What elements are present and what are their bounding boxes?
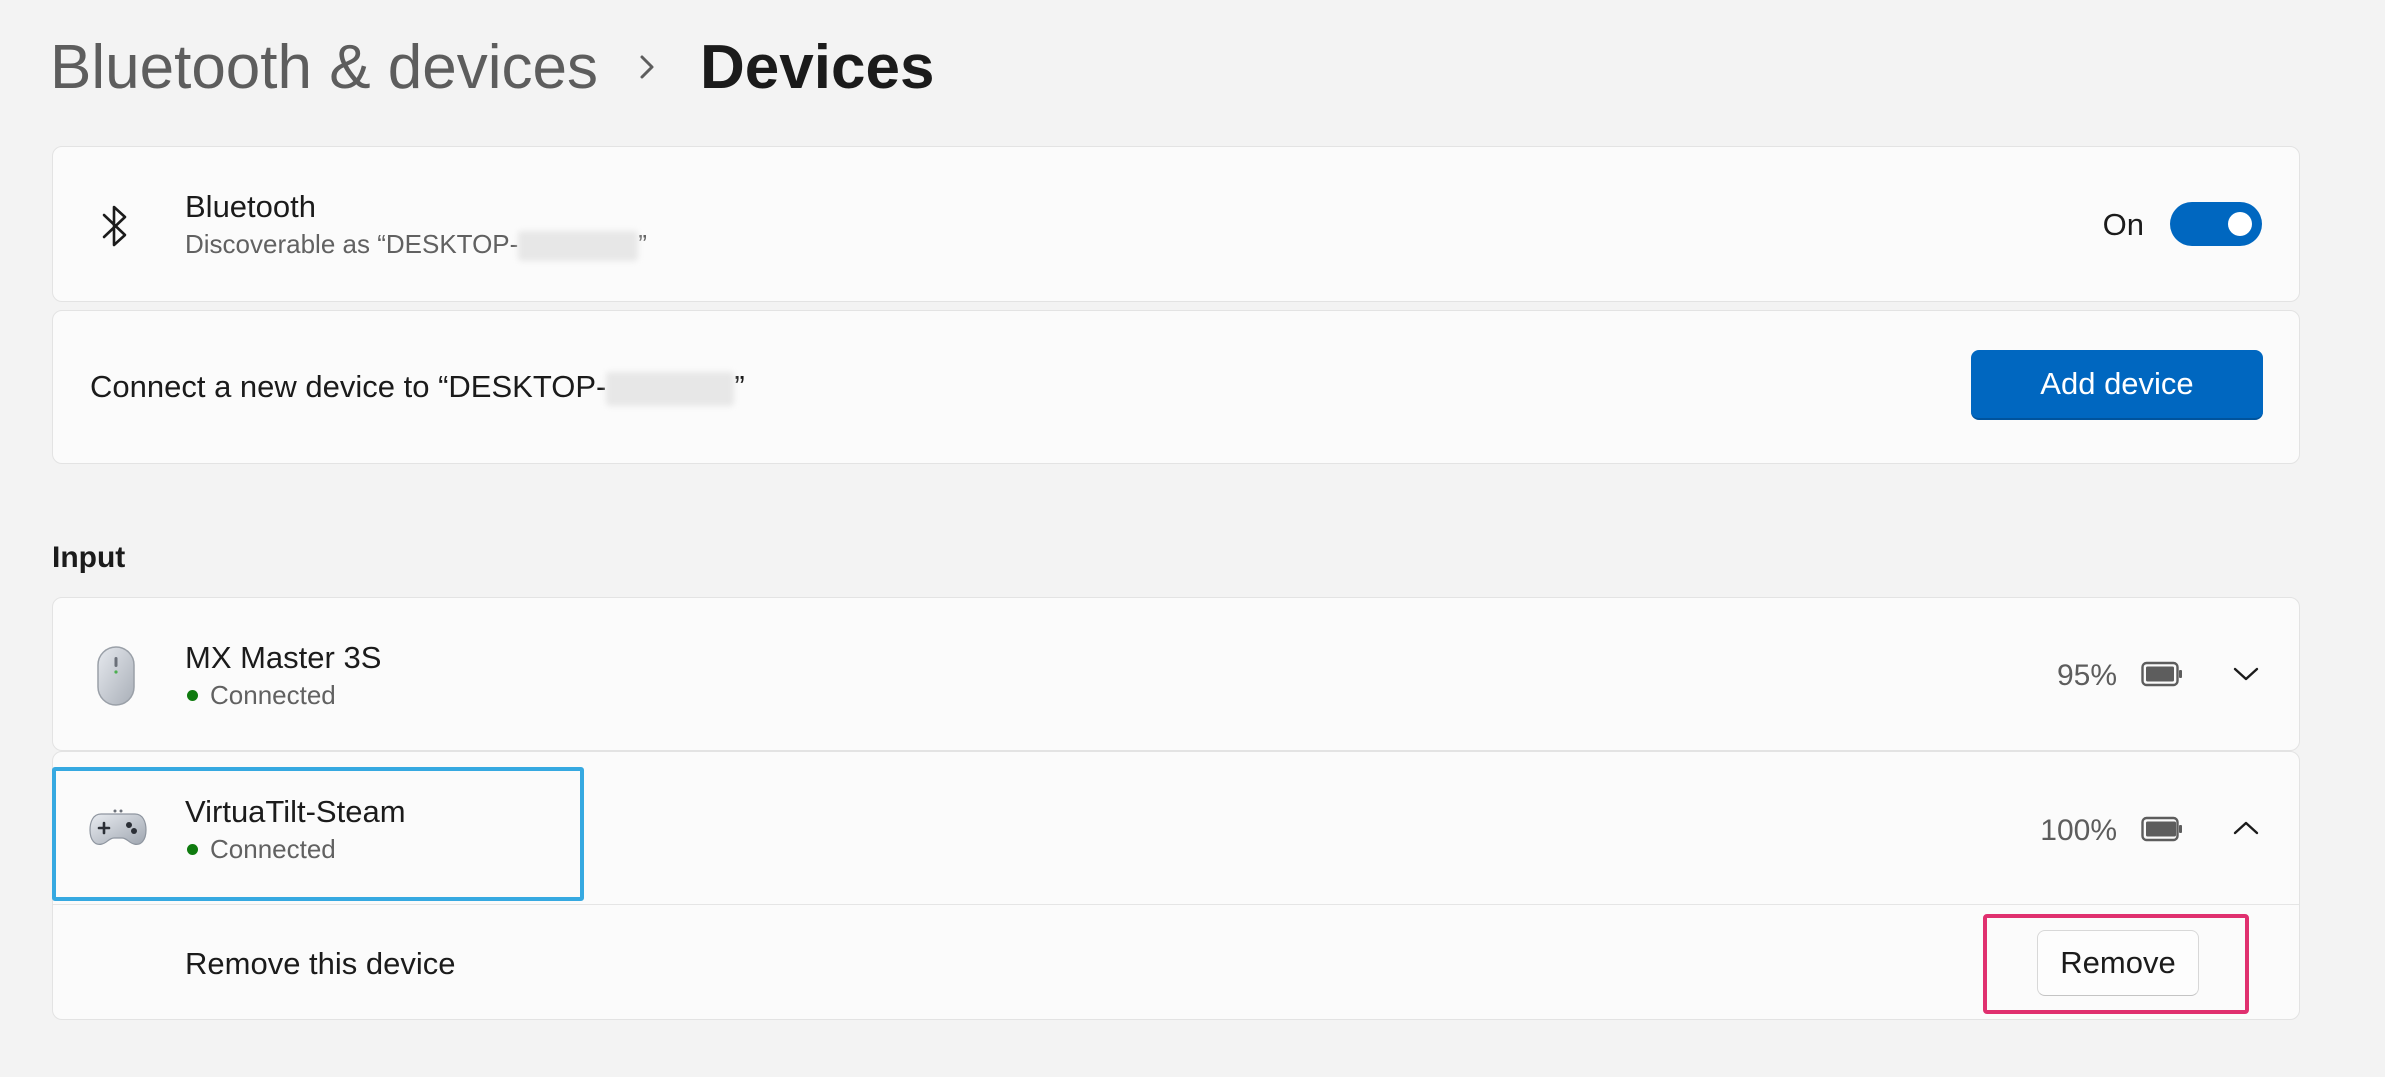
breadcrumb-parent-link[interactable]: Bluetooth & devices <box>50 32 598 103</box>
highlight-box-remove <box>1983 914 2249 1014</box>
breadcrumb: Bluetooth & devices Devices <box>50 22 934 112</box>
device-status-text: Connected <box>210 680 336 710</box>
device-status: Connected <box>185 680 336 711</box>
toggle-knob <box>2228 212 2252 236</box>
battery-icon <box>2141 816 2183 847</box>
mouse-icon <box>96 645 136 712</box>
battery-percent: 95% <box>2056 659 2117 692</box>
redacted-device-name <box>606 371 735 406</box>
bluetooth-card: Bluetooth Discoverable as “DESKTOP- ” On <box>52 146 2300 302</box>
battery-percent: 100% <box>2040 814 2117 847</box>
battery-icon <box>2141 661 2183 692</box>
page-title: Devices <box>700 32 935 102</box>
add-device-card: Connect a new device to “DESKTOP- ” Add d… <box>52 310 2300 464</box>
bluetooth-subtitle: Discoverable as “DESKTOP- ” <box>185 229 647 262</box>
chevron-right-icon <box>636 52 658 82</box>
bluetooth-icon <box>99 201 131 256</box>
section-title-input: Input <box>52 541 126 574</box>
status-dot <box>187 689 198 701</box>
remove-device-label: Remove this device <box>185 946 456 981</box>
device-row-mx-master[interactable]: MX Master 3S Connected 95% <box>52 597 2300 751</box>
redacted-device-name <box>518 231 639 262</box>
connect-suffix: ” <box>734 369 745 404</box>
connect-prefix: Connect a new device to “DESKTOP- <box>90 369 607 404</box>
chevron-down-icon[interactable] <box>2231 665 2261 688</box>
add-device-button[interactable]: Add device <box>1971 350 2263 420</box>
connect-new-device-text: Connect a new device to “DESKTOP- ” <box>90 369 745 406</box>
device-name: MX Master 3S <box>185 640 382 675</box>
bluetooth-toggle-label: On <box>2102 207 2144 242</box>
discoverable-prefix: Discoverable as “DESKTOP- <box>185 229 519 259</box>
divider <box>53 904 2299 905</box>
discoverable-suffix: ” <box>638 229 647 259</box>
bluetooth-title: Bluetooth <box>185 189 316 224</box>
bluetooth-toggle[interactable] <box>2170 202 2262 246</box>
chevron-up-icon[interactable] <box>2231 819 2261 842</box>
highlight-box-device <box>52 767 584 901</box>
